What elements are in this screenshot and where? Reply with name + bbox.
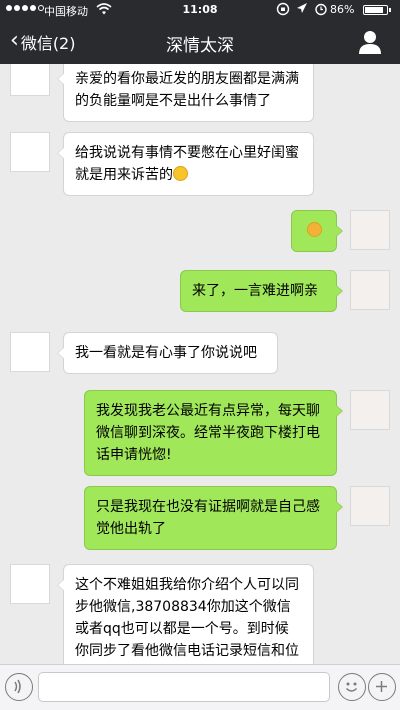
status-bar: 中国移动 11:08 86% <box>0 0 400 20</box>
battery-icon <box>363 5 391 15</box>
smiley-icon[interactable] <box>338 673 366 701</box>
nav-bar: ‹ 微信(2) 深情太深 <box>0 20 400 64</box>
sent-message[interactable] <box>291 210 343 252</box>
contact-avatar[interactable] <box>10 564 50 604</box>
contact-avatar[interactable] <box>10 332 50 372</box>
user-avatar[interactable] <box>350 390 390 430</box>
input-bar <box>0 664 400 710</box>
message-input[interactable] <box>38 672 330 702</box>
location-icon <box>297 3 307 13</box>
voice-icon[interactable] <box>5 673 33 701</box>
message-text: 来了，一言难进啊亲 <box>192 283 318 299</box>
battery-percent: 86% <box>330 3 355 16</box>
plus-icon[interactable] <box>368 673 396 701</box>
alarm-icon <box>315 3 327 16</box>
received-message[interactable]: 亲爱的看你最近发的朋友圈都是满满的负能量啊是不是出什么事情了 <box>57 64 314 122</box>
contact-avatar[interactable] <box>10 64 50 96</box>
message-text: 只是我现在也没有证据啊就是自己感觉他出轨了 <box>96 499 320 537</box>
message-text: 这个不难姐姐我给你介绍个人可以同步他微信,38708834你加这个微信或者qq也… <box>75 577 299 659</box>
received-message[interactable]: 给我说说有事情不要憋在心里好闺蜜就是用来诉苦的 <box>57 132 314 196</box>
rotation-lock-icon <box>276 2 290 16</box>
contact-avatar[interactable] <box>10 132 50 172</box>
message-text: 我一看就是有心事了你说说吧 <box>75 345 257 361</box>
user-avatar[interactable] <box>350 210 390 250</box>
message-text: 亲爱的看你最近发的朋友圈都是满满的负能量啊是不是出什么事情了 <box>75 71 299 109</box>
received-message[interactable]: 这个不难姐姐我给你介绍个人可以同步他微信,38708834你加这个微信或者qq也… <box>57 564 314 664</box>
embarrassed-face-icon <box>173 166 188 181</box>
message-text: 给我说说有事情不要憋在心里好闺蜜就是用来诉苦的 <box>75 145 299 183</box>
sent-message[interactable]: 来了，一言难进啊亲 <box>180 270 343 312</box>
message-list[interactable]: 亲爱的看你最近发的朋友圈都是满满的负能量啊是不是出什么事情了 给我说说有事情不要… <box>0 64 400 664</box>
angry-face-icon <box>306 222 322 237</box>
sent-message[interactable]: 只是我现在也没有证据啊就是自己感觉他出轨了 <box>84 486 343 550</box>
sent-message[interactable]: 我发现我老公最近有点异常，每天聊微信聊到深夜。经常半夜跑下楼打电话申请恍惚! <box>84 390 343 476</box>
user-avatar[interactable] <box>350 270 390 310</box>
person-icon[interactable] <box>356 28 384 56</box>
user-avatar[interactable] <box>350 486 390 526</box>
received-message[interactable]: 我一看就是有心事了你说说吧 <box>57 332 278 374</box>
chat-title: 深情太深 <box>166 36 234 56</box>
message-text: 我发现我老公最近有点异常，每天聊微信聊到深夜。经常半夜跑下楼打电话申请恍惚! <box>96 403 320 463</box>
